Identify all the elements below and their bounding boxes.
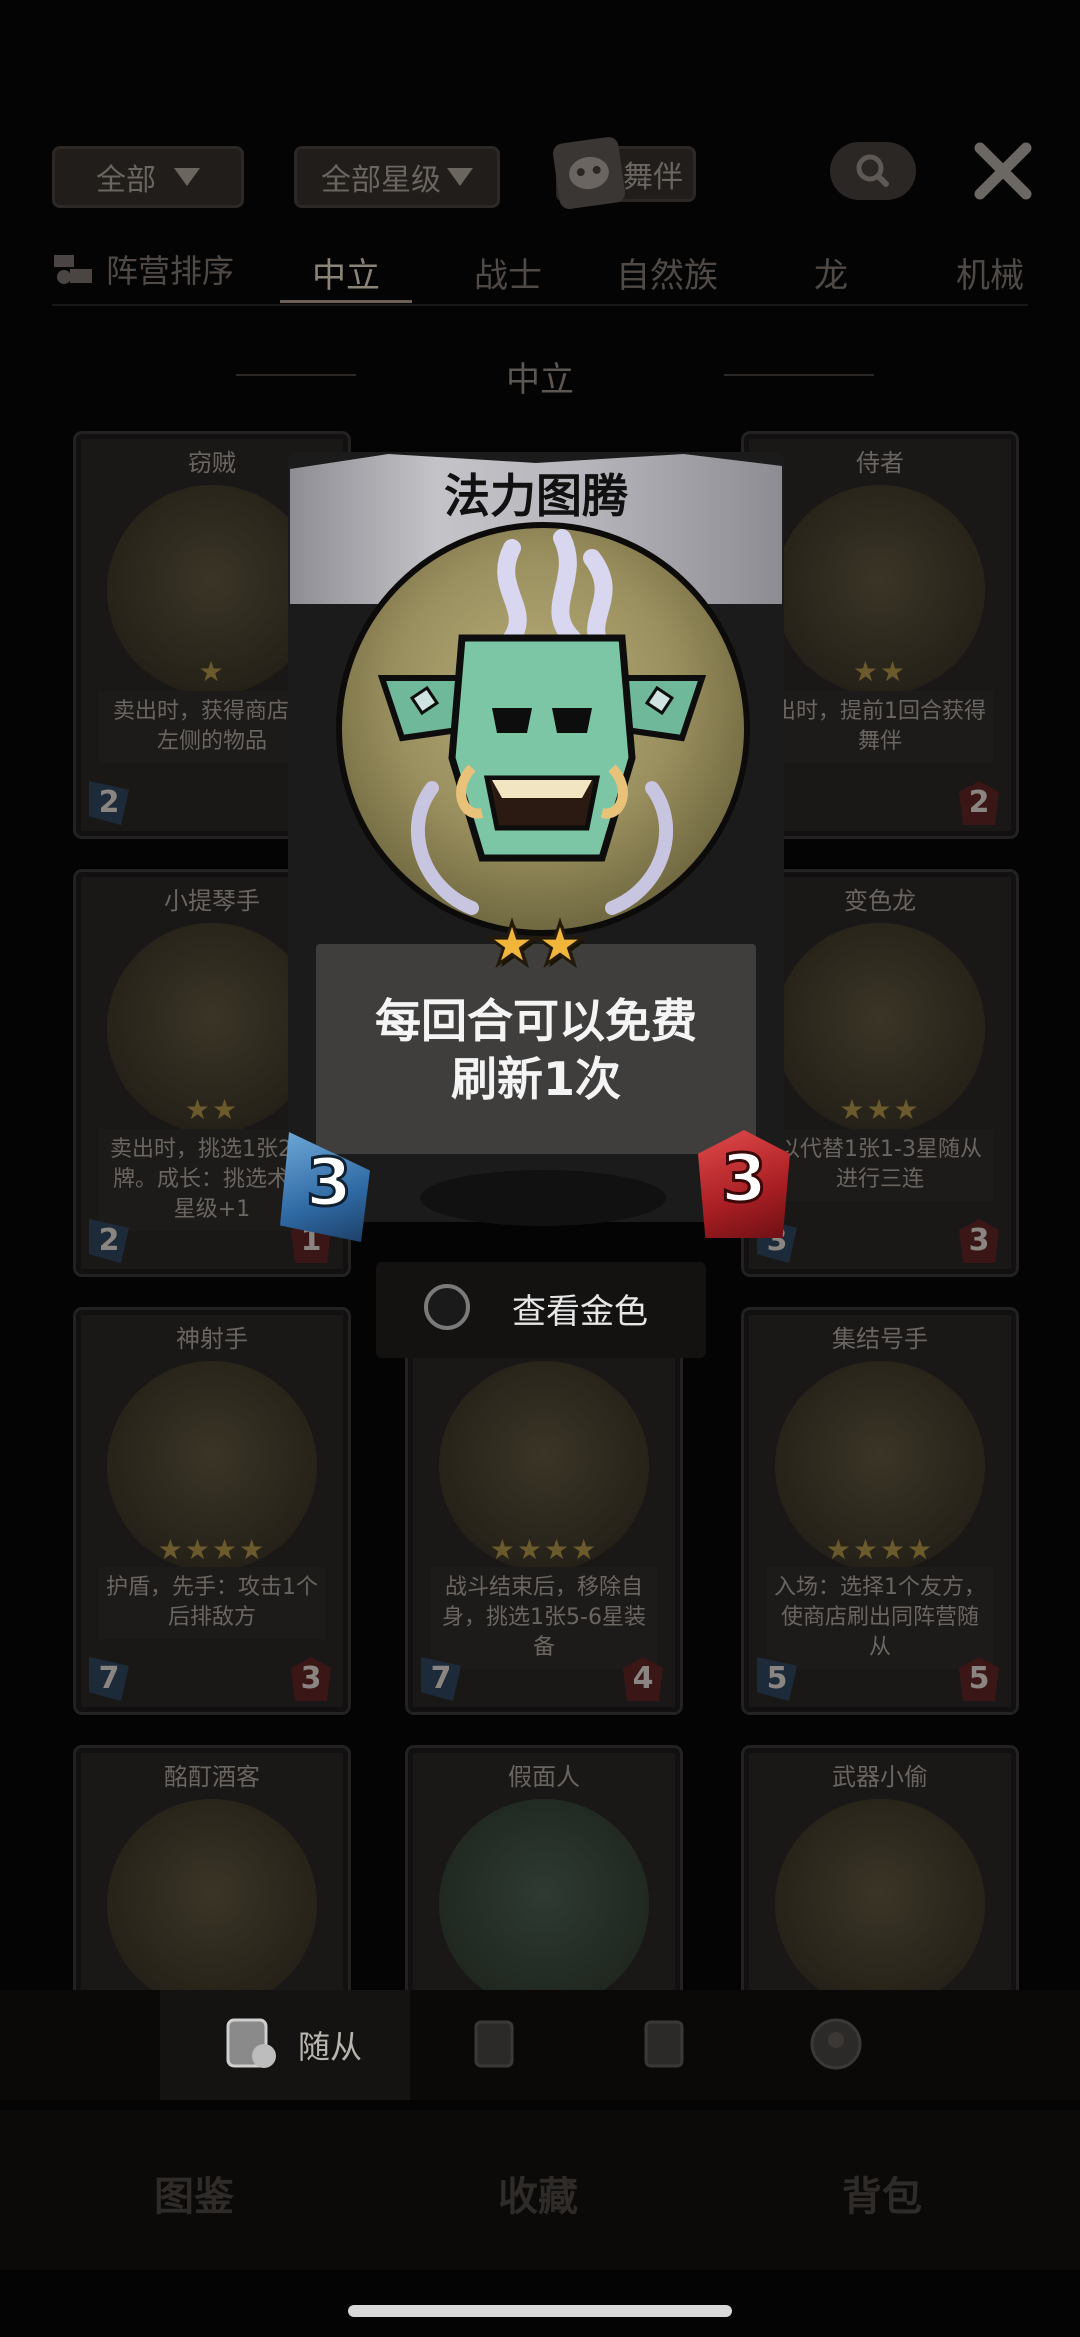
tab-divider: [52, 304, 1028, 306]
card-name: 酩酊酒客: [164, 1763, 260, 1791]
star-filter-label: 全部星级: [321, 163, 441, 198]
tab-dragon[interactable]: 龙: [814, 248, 848, 297]
totem-mask-illustration: [377, 529, 707, 915]
sort-icon: [54, 255, 92, 284]
radio-unchecked-icon[interactable]: [424, 1284, 470, 1330]
faction-sort-button[interactable]: 阵营排序: [52, 246, 234, 292]
featured-card-name: 法力图腾: [444, 469, 628, 523]
section-title: 中立: [506, 360, 574, 400]
home-indicator[interactable]: [348, 2305, 732, 2317]
card-name: 武器小偷: [832, 1763, 928, 1791]
subnav-minions-label: 随从: [298, 2028, 363, 2066]
card-equipment-rogue[interactable]: ★★★★ 战斗结束后，移除自身，挑选1张5-6星装备 7 4: [408, 1310, 680, 1712]
tab-mech[interactable]: 机械: [956, 248, 1024, 297]
card-portrait: [107, 1799, 317, 2009]
mask-icon: [551, 135, 627, 211]
tab-neutral[interactable]: 中立: [312, 248, 380, 297]
card-attack: 3: [291, 1657, 331, 1701]
tab-warrior[interactable]: 战士: [474, 248, 542, 297]
chevron-down-icon: [174, 168, 200, 186]
card-name: 假面人: [508, 1763, 580, 1791]
faction-sort-label: 阵营排序: [106, 252, 235, 290]
hero-portrait-icon[interactable]: [806, 2014, 866, 2074]
nav-collection[interactable]: 收藏: [498, 2164, 578, 2222]
card-marksman[interactable]: 神射手 ★★★★ 护盾，先手：攻击1个后排敌方 7 3: [76, 1310, 348, 1712]
faction-filter-dropdown[interactable]: 全部: [52, 146, 244, 208]
faction-filter-label: 全部: [96, 163, 156, 198]
companion-filter-label: 舞伴: [623, 160, 683, 195]
card-bugler[interactable]: 集结号手 ★★★★ 入场：选择1个友方，使商店刷出同阵营随从 5 5: [744, 1310, 1016, 1712]
featured-card-description: 每回合可以免费 刷新1次: [316, 992, 756, 1108]
card-description: 入场：选择1个友方，使商店刷出同阵营随从: [767, 1567, 993, 1669]
card-stars: ★★★★: [825, 1533, 935, 1566]
featured-card-description-line2: 刷新1次: [450, 1052, 621, 1106]
star-icon: ★: [533, 909, 588, 980]
search-icon: [856, 154, 889, 187]
card-attack: 3: [959, 1219, 999, 1263]
nav-backpack[interactable]: 背包: [842, 2164, 922, 2222]
view-golden-toggle[interactable]: 查看金色: [376, 1262, 706, 1358]
card-attack: 2: [959, 781, 999, 825]
star-filter-dropdown[interactable]: 全部星级: [294, 146, 500, 208]
close-icon: [974, 142, 1032, 200]
section-divider-left: [236, 374, 356, 376]
featured-card: 法力图腾 每回合可以免费 刷新1次 ★★ 3 3: [270, 440, 802, 1242]
search-button[interactable]: [830, 142, 916, 200]
card-description: 战斗结束后，移除自身，挑选1张5-6星装备: [431, 1567, 657, 1669]
nav-codex[interactable]: 图鉴: [154, 2164, 234, 2222]
card-portrait: [775, 1799, 985, 2009]
card-portrait: [439, 1799, 649, 2009]
card-weapon-thief[interactable]: 武器小偷: [744, 1748, 1016, 2009]
star-icon: ★: [485, 909, 540, 980]
equipment-card-icon[interactable]: [636, 2014, 696, 2074]
card-cost: 7: [89, 1657, 129, 1701]
card-name: 神射手: [176, 1325, 248, 1353]
cards-icon: [226, 2018, 276, 2068]
featured-card-attack: 3: [720, 1139, 769, 1219]
main-nav-bar: 图鉴 收藏 背包: [0, 2110, 1080, 2270]
card-drunk-patron[interactable]: 酩酊酒客: [76, 1748, 348, 2009]
spell-card-icon[interactable]: [466, 2014, 526, 2074]
card-cost: 2: [89, 781, 129, 825]
featured-card-cost: 3: [305, 1143, 354, 1223]
active-tab-underline: [280, 300, 412, 303]
card-description: 护盾，先手：攻击1个后排敌方: [99, 1567, 325, 1639]
view-golden-label: 查看金色: [512, 1292, 648, 1332]
card-masked-man[interactable]: 假面人: [408, 1748, 680, 2009]
featured-card-portrait: [336, 522, 750, 936]
sub-nav-bar: 随从: [0, 1990, 1080, 2100]
card-stars: ★★★★: [489, 1533, 599, 1566]
featured-card-base: [420, 1170, 666, 1226]
featured-card-description-line1: 每回合可以免费: [375, 994, 697, 1048]
featured-card-stars: ★★: [270, 909, 802, 980]
card-stars: ★★★★: [157, 1533, 267, 1566]
chevron-down-icon: [447, 168, 473, 186]
subnav-minions-tab[interactable]: 随从: [160, 1990, 410, 2100]
close-button[interactable]: [970, 138, 1036, 204]
section-divider-right: [724, 374, 874, 376]
card-name: 集结号手: [832, 1325, 928, 1353]
tab-nature[interactable]: 自然族: [616, 248, 718, 297]
